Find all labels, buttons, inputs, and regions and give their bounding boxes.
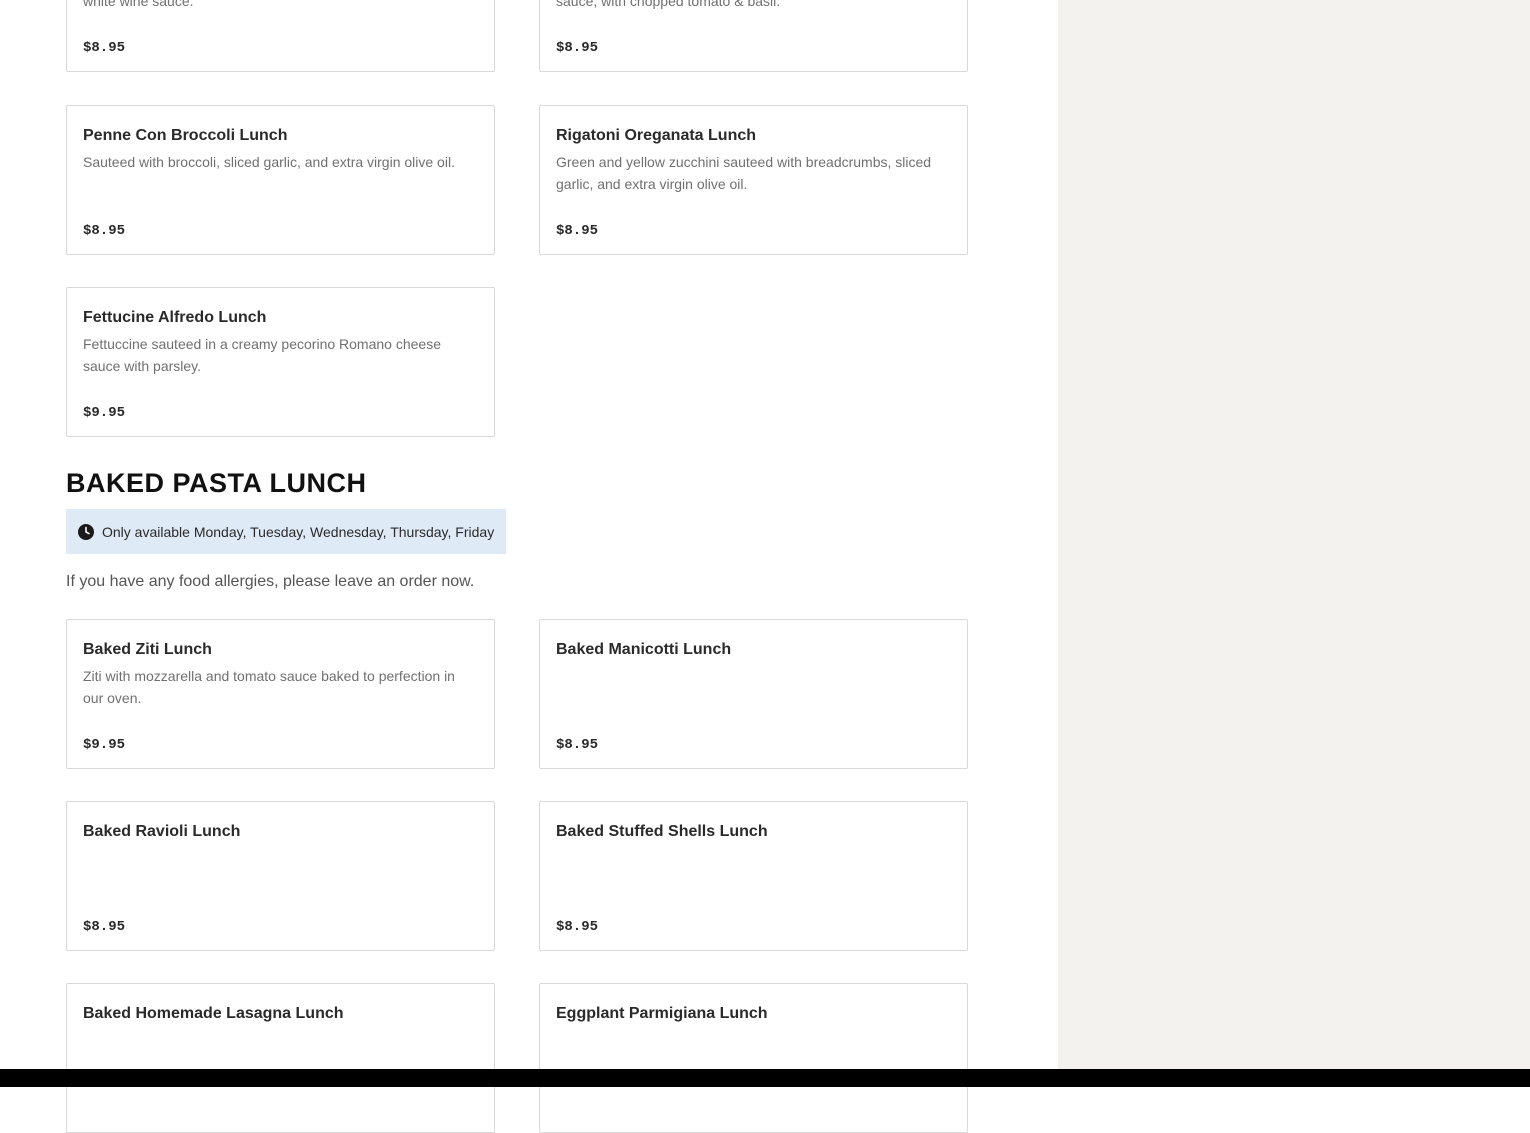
- item-name: Baked Stuffed Shells Lunch: [556, 823, 768, 840]
- item-description: Green and yellow zucchini sauteed with b…: [556, 154, 932, 192]
- menu-item-card[interactable]: Fettucine Alfredo Lunch Fettuccine saute…: [66, 287, 495, 437]
- item-name: Baked Ravioli Lunch: [83, 823, 241, 840]
- menu-item-card[interactable]: Eggplant Parmigiana Lunch: [539, 983, 968, 1133]
- menu-item-card[interactable]: Baked Ravioli Lunch $8.95: [66, 801, 495, 951]
- item-price: $8.95: [556, 737, 599, 753]
- menu-item-card[interactable]: Penne Con Broccoli Lunch Sauteed with br…: [66, 105, 495, 255]
- menu-main: white wine sauce. $8.95 sauce, with chop…: [0, 0, 1058, 1133]
- item-description: [556, 1029, 951, 1073]
- item-price: $8.95: [556, 40, 599, 56]
- sidebar-panel: [1058, 0, 1530, 1087]
- item-name: Rigatoni Oreganata Lunch: [556, 127, 757, 144]
- item-name: Fettucine Alfredo Lunch: [83, 309, 267, 326]
- menu-item-card[interactable]: sauce, with chopped tomato & basil. $8.9…: [539, 0, 968, 72]
- section-title: BAKED PASTA LUNCH: [66, 468, 367, 498]
- item-description: Sauteed with broccoli, sliced garlic, an…: [83, 154, 455, 170]
- menu-item-card[interactable]: Baked Ziti Lunch Ziti with mozzarella an…: [66, 619, 495, 769]
- item-price: $8.95: [556, 919, 599, 935]
- item-name: Baked Ziti Lunch: [83, 641, 212, 658]
- item-description: sauce, with chopped tomato & basil.: [556, 0, 781, 9]
- item-description: white wine sauce.: [83, 0, 194, 9]
- item-price: $9.95: [83, 405, 126, 421]
- item-price: $8.95: [556, 223, 599, 239]
- menu-item-card[interactable]: Baked Stuffed Shells Lunch $8.95: [539, 801, 968, 951]
- item-name: Baked Manicotti Lunch: [556, 641, 732, 658]
- menu-item-card[interactable]: Baked Homemade Lasagna Lunch: [66, 983, 495, 1133]
- item-description: [83, 847, 478, 891]
- item-name: Penne Con Broccoli Lunch: [83, 127, 288, 144]
- bottom-bar: [0, 1069, 1530, 1087]
- item-description: [83, 1029, 478, 1073]
- menu-item-card[interactable]: white wine sauce. $8.95: [66, 0, 495, 72]
- menu-item-card[interactable]: Rigatoni Oreganata Lunch Green and yello…: [539, 105, 968, 255]
- item-description: Fettuccine sauteed in a creamy pecorino …: [83, 336, 441, 374]
- availability-text: Only available Monday, Tuesday, Wednesda…: [102, 523, 495, 540]
- item-price: $8.95: [83, 223, 126, 239]
- item-name: Baked Homemade Lasagna Lunch: [83, 1005, 344, 1022]
- item-price: $8.95: [83, 919, 126, 935]
- item-name: Eggplant Parmigiana Lunch: [556, 1005, 768, 1022]
- item-description: [556, 665, 951, 709]
- item-description: [556, 847, 951, 891]
- allergy-note: If you have any food allergies, please l…: [66, 573, 475, 590]
- availability-banner: Only available Monday, Tuesday, Wednesda…: [66, 509, 506, 554]
- item-price: $8.95: [83, 40, 126, 56]
- item-description: Ziti with mozzarella and tomato sauce ba…: [83, 668, 455, 706]
- clock-icon: [78, 523, 94, 540]
- menu-item-card[interactable]: Baked Manicotti Lunch $8.95: [539, 619, 968, 769]
- item-price: $9.95: [83, 737, 126, 753]
